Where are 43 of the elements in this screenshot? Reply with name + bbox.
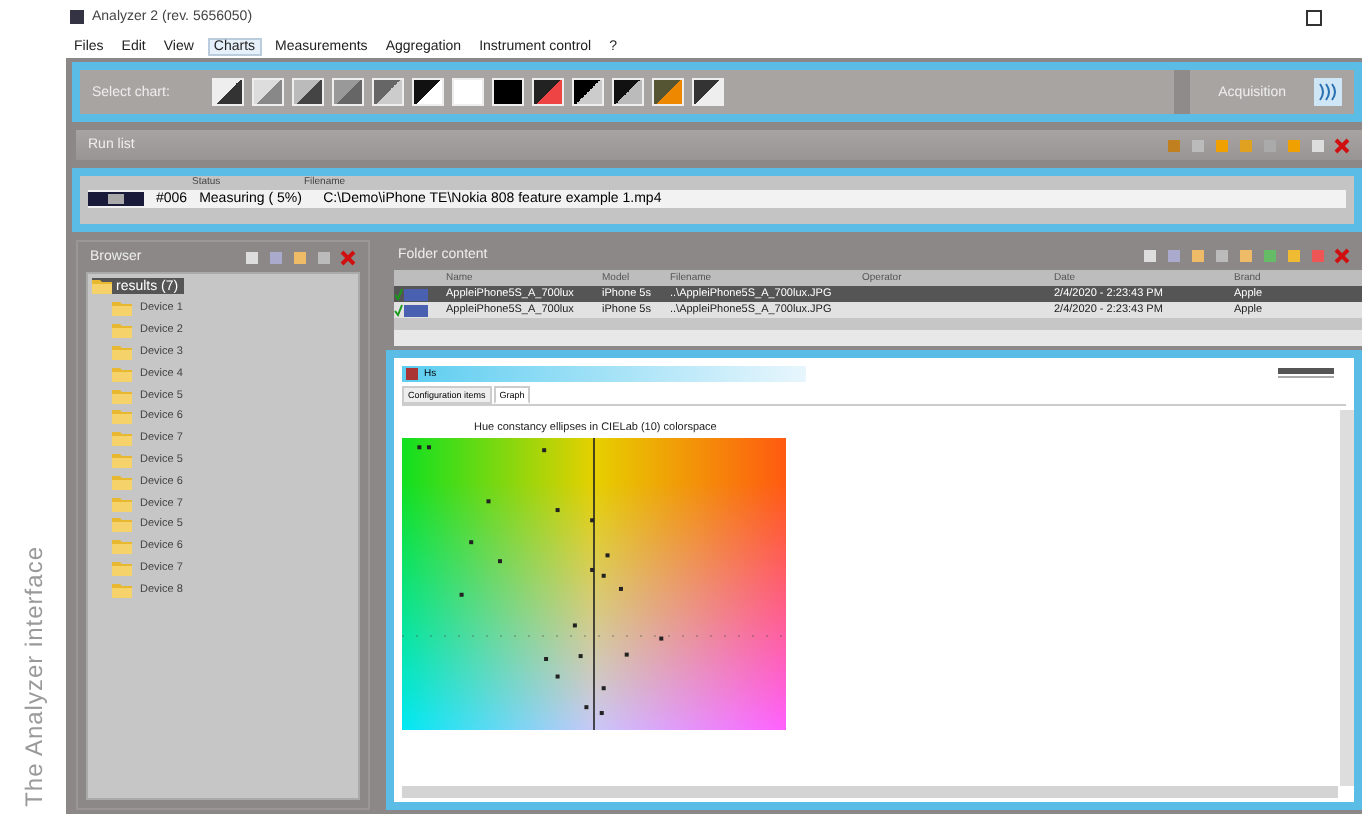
folder-icon [112, 300, 132, 317]
close-icon[interactable] [1334, 137, 1350, 153]
scrollbar[interactable] [402, 786, 1338, 798]
chart-thumbnail[interactable] [332, 78, 364, 106]
folder-icon [112, 581, 132, 598]
folder-icon [112, 322, 132, 339]
folder-icon [112, 473, 132, 490]
chart-thumbnail[interactable] [612, 78, 644, 106]
folder-icon [112, 559, 132, 576]
chart-thumbnail[interactable] [492, 78, 524, 106]
chart-thumbnail[interactable] [532, 78, 564, 106]
chart-thumbnail[interactable] [572, 78, 604, 106]
folder-icon [112, 451, 132, 468]
caption: The Analyzer interface [19, 545, 47, 806]
folder-icon [112, 343, 132, 360]
check-thumbnail-icon[interactable] [394, 287, 430, 301]
folder-icon [112, 516, 132, 533]
scrollbar[interactable] [394, 330, 1362, 346]
maximize-icon[interactable] [1306, 9, 1322, 25]
chart-thumbnail[interactable] [212, 78, 244, 106]
folder-icon [112, 495, 132, 512]
chart-thumbnail[interactable] [652, 78, 684, 106]
folder-icon [112, 408, 132, 425]
chart-thumbnail[interactable] [692, 78, 724, 106]
folder-icon [112, 538, 132, 555]
folder-icon [112, 365, 132, 382]
chart-thumbnail[interactable] [412, 78, 444, 106]
toolbar-separator [1174, 70, 1191, 114]
close-icon[interactable] [340, 249, 356, 265]
chart-thumbnail[interactable] [372, 78, 404, 106]
folder-icon [112, 430, 132, 447]
chart-thumbnail[interactable] [292, 78, 324, 106]
scrollbar[interactable] [1340, 410, 1354, 786]
folder-icon [112, 387, 132, 404]
chart-thumbnail[interactable] [452, 78, 484, 106]
check-thumbnail-icon[interactable] [394, 303, 430, 317]
chart-thumbnail[interactable] [252, 78, 284, 106]
video-thumbnail-icon [88, 192, 144, 206]
folder-icon [92, 278, 112, 294]
waves-icon[interactable] [1314, 78, 1342, 106]
stop-icon[interactable] [1214, 137, 1230, 153]
app-icon [70, 10, 84, 24]
close-icon[interactable] [1334, 247, 1350, 263]
